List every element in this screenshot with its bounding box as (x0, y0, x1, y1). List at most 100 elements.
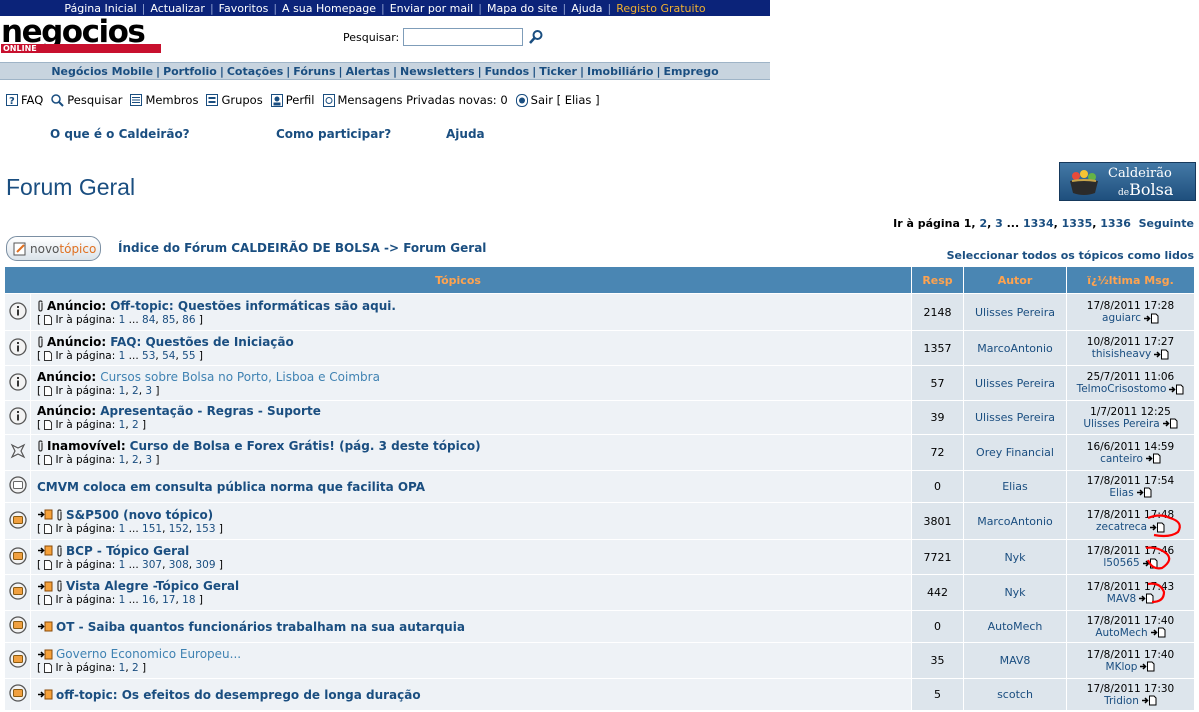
topic-page-link[interactable]: 85 (162, 314, 175, 326)
nav-newsletters[interactable]: Newsletters (397, 65, 478, 78)
nav-forums[interactable]: Fóruns (290, 65, 338, 78)
page-link[interactable]: 2 (979, 217, 987, 230)
topic-page-link[interactable]: 308 (169, 559, 189, 571)
topic-title-link[interactable]: Governo Economico Europeu... (56, 647, 241, 661)
topic-author-link[interactable]: AutoMech (963, 610, 1067, 643)
topic-page-link[interactable]: 1 (119, 559, 126, 571)
topic-title-link[interactable]: Apresentação - Regras - Suporte (100, 404, 321, 418)
top-link-favorites[interactable]: Favoritos (214, 2, 274, 15)
topic-page-link[interactable]: 1 (119, 385, 126, 397)
topic-page-link[interactable]: 2 (132, 419, 139, 431)
topic-page-link[interactable]: 18 (182, 594, 195, 606)
view-latest-post-icon[interactable] (1150, 627, 1166, 638)
topic-page-link[interactable]: 153 (195, 523, 215, 535)
topic-author-link[interactable]: MarcoAntonio (963, 330, 1067, 366)
view-latest-post-icon[interactable] (1139, 661, 1155, 672)
view-latest-post-icon[interactable] (1141, 695, 1157, 706)
topic-title-link[interactable]: Vista Alegre -Tópico Geral (66, 579, 239, 593)
nav-mobile[interactable]: Negócios Mobile (48, 65, 156, 78)
topic-page-link[interactable]: 1 (119, 594, 126, 606)
topic-title-link[interactable]: Cursos sobre Bolsa no Porto, Lisboa e Co… (100, 370, 380, 384)
what-is-caldeirao-link[interactable]: O que é o Caldeirão? (50, 127, 190, 141)
breadcrumb-index[interactable]: Índice do Fórum CALDEIRÃO DE BOLSA (118, 241, 380, 255)
topic-page-link[interactable]: 54 (162, 350, 175, 362)
search-icon[interactable] (528, 29, 544, 45)
members-link[interactable]: Membros (130, 93, 198, 107)
top-link-homepage[interactable]: A sua Homepage (277, 2, 381, 15)
nav-real-estate[interactable]: Imobiliário (584, 65, 656, 78)
page-link[interactable]: 1336 (1100, 217, 1131, 230)
topic-page-link[interactable]: 55 (182, 350, 195, 362)
top-link-refresh[interactable]: Actualizar (145, 2, 210, 15)
how-to-participate-link[interactable]: Como participar? (276, 127, 391, 141)
last-post-user-link[interactable]: MKlop (1106, 661, 1138, 673)
groups-link[interactable]: Grupos (206, 93, 263, 107)
last-post-user-link[interactable]: canteiro (1100, 453, 1143, 465)
profile-link[interactable]: Perfil (270, 93, 315, 107)
page-link[interactable]: 1335 (1062, 217, 1093, 230)
nav-jobs[interactable]: Emprego (661, 65, 722, 78)
caldeirao-bolsa-logo[interactable]: Caldeirão deBolsa (1059, 162, 1196, 201)
topic-title-link[interactable]: CMVM coloca em consulta pública norma qu… (37, 480, 425, 494)
view-latest-post-icon[interactable] (1153, 349, 1169, 360)
topic-page-link[interactable]: 1 (119, 419, 126, 431)
next-page-link[interactable]: Seguinte (1139, 217, 1194, 230)
new-topic-button[interactable]: novo tópico (6, 236, 101, 261)
topic-page-link[interactable]: 1 (119, 662, 126, 674)
topic-page-link[interactable]: 53 (142, 350, 155, 362)
topic-page-link[interactable]: 1 (119, 523, 126, 535)
topic-author-link[interactable]: scotch (963, 678, 1067, 711)
top-link-send-mail[interactable]: Enviar por mail (385, 2, 479, 15)
page-link[interactable]: 1334 (1023, 217, 1054, 230)
topic-page-link[interactable]: 307 (142, 559, 162, 571)
breadcrumb-current[interactable]: Forum Geral (403, 241, 486, 255)
topic-title-link[interactable]: S&P500 (novo tópico) (66, 508, 213, 522)
help-link[interactable]: Ajuda (446, 127, 485, 141)
topic-title-link[interactable]: Curso de Bolsa e Forex Grátis! (pág. 3 d… (130, 439, 481, 453)
topic-page-link[interactable]: 309 (195, 559, 215, 571)
topic-author-link[interactable]: Nyk (963, 539, 1067, 575)
nav-portfolio[interactable]: Portfolio (160, 65, 220, 78)
faq-link[interactable]: ? FAQ (6, 93, 43, 107)
topic-page-link[interactable]: 152 (169, 523, 189, 535)
topic-page-link[interactable]: 3 (145, 385, 152, 397)
topic-author-link[interactable]: MAV8 (963, 642, 1067, 679)
topic-page-link[interactable]: 16 (142, 594, 155, 606)
last-post-user-link[interactable]: Elias (1109, 487, 1133, 499)
page-link[interactable]: 3 (995, 217, 1003, 230)
last-post-user-link[interactable]: Ulisses Pereira (1083, 418, 1159, 430)
topic-page-link[interactable]: 3 (145, 454, 152, 466)
nav-ticker[interactable]: Ticker (536, 65, 580, 78)
last-post-user-link[interactable]: AutoMech (1095, 627, 1147, 639)
topic-author-link[interactable]: Ulisses Pereira (963, 400, 1067, 435)
nav-alerts[interactable]: Alertas (343, 65, 393, 78)
search-input[interactable] (403, 28, 524, 46)
last-post-user-link[interactable]: MAV8 (1107, 593, 1136, 605)
topic-author-link[interactable]: Orey Financial (963, 434, 1067, 471)
topic-author-link[interactable]: Ulisses Pereira (963, 293, 1067, 331)
topic-title-link[interactable]: BCP - Tópico Geral (66, 544, 189, 558)
view-latest-post-icon[interactable] (1136, 487, 1152, 498)
top-link-register[interactable]: Registo Gratuito (611, 2, 710, 15)
view-latest-post-icon[interactable] (1143, 313, 1159, 324)
topic-page-link[interactable]: 2 (132, 454, 139, 466)
last-post-user-link[interactable]: Tridion (1104, 695, 1139, 707)
topic-title-link[interactable]: off-topic: Os efeitos do desemprego de l… (56, 688, 421, 702)
topic-page-link[interactable]: 1 (119, 454, 126, 466)
top-link-sitemap[interactable]: Mapa do site (482, 2, 563, 15)
topic-author-link[interactable]: Ulisses Pereira (963, 365, 1067, 401)
topic-page-link[interactable]: 17 (162, 594, 175, 606)
topic-page-link[interactable]: 1 (119, 350, 126, 362)
topic-author-link[interactable]: Nyk (963, 574, 1067, 611)
nav-quotes[interactable]: Cotações (224, 65, 286, 78)
top-link-home[interactable]: Página Inicial (59, 2, 141, 15)
topic-page-link[interactable]: 2 (132, 662, 139, 674)
topic-title-link[interactable]: OT - Saiba quantos funcionários trabalha… (56, 620, 465, 634)
private-messages-link[interactable]: Mensagens Privadas novas: 0 (322, 93, 508, 107)
last-post-user-link[interactable]: aguiarc (1102, 312, 1141, 324)
last-post-user-link[interactable]: TelmoCrisostomo (1077, 383, 1167, 395)
last-post-user-link[interactable]: thisisheavy (1092, 348, 1152, 360)
topic-page-link[interactable]: 84 (142, 314, 155, 326)
logout-link[interactable]: Sair [ Elias ] (515, 93, 600, 107)
topic-title-link[interactable]: FAQ: Questões de Iniciação (110, 335, 294, 349)
